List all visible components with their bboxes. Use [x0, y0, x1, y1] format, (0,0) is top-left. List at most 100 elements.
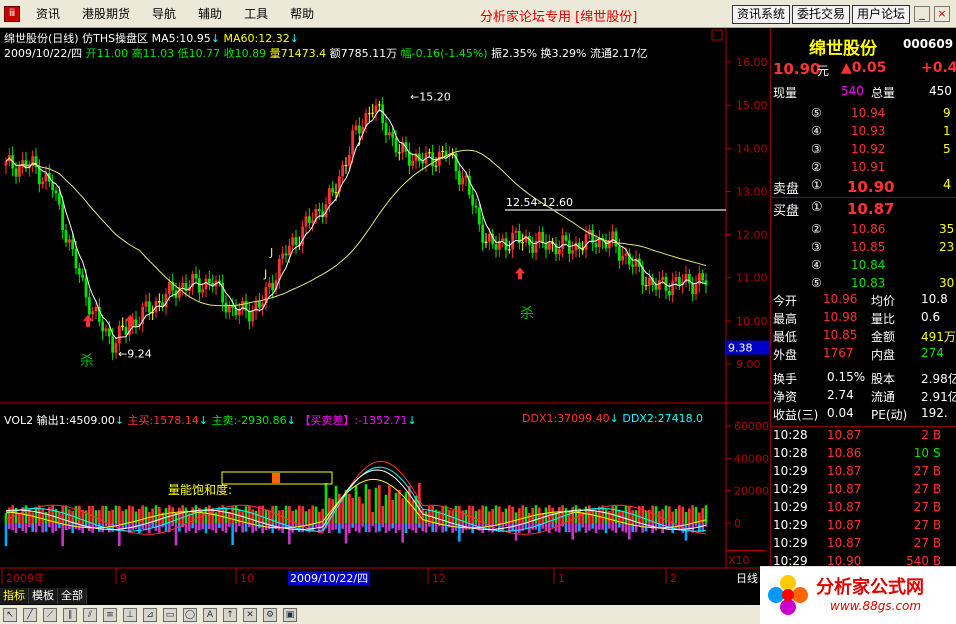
candle-body: [271, 283, 275, 291]
diff-bar: [524, 523, 528, 529]
menu-hk-futures[interactable]: 港股期货: [68, 0, 138, 28]
vol-bar: [58, 511, 61, 523]
diff-bar: [231, 523, 234, 546]
tab-all[interactable]: 全部: [58, 588, 87, 604]
channel-tool-icon[interactable]: ⫽: [83, 607, 97, 622]
fibonacci-tool-icon[interactable]: ≡: [103, 607, 117, 622]
diff-bar: [374, 523, 378, 533]
candle-body: [287, 245, 291, 256]
quote-panel: 绵世股份 000609 10.90 元 ▲0.05 +0.4 现量 540 总量…: [770, 28, 956, 586]
stat-value: 0.15%: [827, 370, 866, 384]
menu-help[interactable]: 帮助: [276, 0, 322, 28]
candle-body: [257, 301, 261, 308]
sell1-label: 卖盘: [773, 182, 800, 197]
buy-price: 10.84: [851, 258, 886, 272]
candle-body: [621, 255, 625, 261]
lock-tool-icon[interactable]: ▣: [283, 607, 297, 622]
arrow-tool-icon[interactable]: ↑: [223, 607, 237, 622]
menu-assist[interactable]: 辅助: [184, 0, 230, 28]
indicator-diff: 【买卖差】:-1352.71: [299, 414, 408, 427]
diff-bar: [41, 523, 44, 533]
close-icon[interactable]: ×: [934, 6, 950, 22]
diff-bar: [581, 523, 584, 528]
menu-navigate[interactable]: 导航: [138, 0, 184, 28]
parallel-tool-icon[interactable]: ∥: [63, 607, 77, 622]
news-system-button[interactable]: 资讯系统: [732, 5, 791, 24]
candle-body: [291, 237, 295, 246]
vol-bar: [121, 511, 124, 523]
vol-bar: [111, 509, 114, 523]
vol-bar: [454, 505, 458, 523]
menu-news[interactable]: 资讯: [22, 0, 68, 28]
settings-tool-icon[interactable]: ⚙: [263, 607, 277, 622]
vol-bar: [4, 513, 8, 523]
vol-bar: [471, 506, 474, 523]
vol-bar: [508, 505, 511, 523]
candle-body: [84, 277, 88, 298]
kill-signal-label: 杀: [80, 354, 94, 370]
menu-tools[interactable]: 工具: [230, 0, 276, 28]
vol-bar: [34, 506, 38, 523]
vol-bar: [371, 512, 374, 523]
vol-bar: [268, 510, 271, 523]
text-tool-icon[interactable]: A: [203, 607, 217, 622]
vol-bar: [571, 506, 574, 523]
gann-tool-icon[interactable]: ⊿: [143, 607, 157, 622]
candle-body: [691, 283, 695, 295]
candle-body: [677, 277, 681, 286]
candle-body: [224, 302, 228, 313]
candle-body: [564, 235, 568, 241]
vol-bar: [644, 510, 648, 523]
diff-bar: [358, 523, 361, 533]
candle-body: [531, 244, 535, 253]
vol-bar: [301, 506, 304, 523]
minimize-icon[interactable]: _: [914, 6, 930, 22]
candle-body: [167, 281, 171, 294]
vol-bar: [141, 505, 144, 523]
sell-level: ④: [811, 124, 822, 138]
tick-price: 10.87: [827, 500, 862, 514]
app-icon[interactable]: ⅲ: [4, 6, 20, 22]
diff-bar: [588, 523, 591, 531]
buy-price: 10.83: [851, 276, 886, 290]
diff-bar: [71, 523, 74, 534]
candle-body: [374, 105, 378, 113]
user-forum-button[interactable]: 用户论坛: [852, 5, 911, 24]
ellipse-tool-icon[interactable]: ◯: [183, 607, 197, 622]
diff-bar: [218, 523, 221, 528]
tick-row: 10:29 10.87 27 B: [771, 482, 956, 500]
diff-bar: [48, 523, 51, 528]
tab-templates[interactable]: 模板: [29, 588, 58, 604]
kline-chart-area[interactable]: 16.00 15.00 14.00 13.00 12.00 11.00 10.00 9.00 9…: [0, 28, 770, 586]
tab-indicators[interactable]: 指标: [0, 588, 29, 604]
delete-tool-icon[interactable]: ✕: [243, 607, 257, 622]
tick-row: 10:29 10.87 27 B: [771, 536, 956, 554]
rect-tool-icon[interactable]: ▭: [163, 607, 177, 622]
stat-label: 均价: [871, 294, 896, 308]
buy-vol: 23: [939, 240, 955, 254]
line-tool-icon[interactable]: ╱: [23, 607, 37, 622]
diff-bar: [138, 523, 141, 534]
vol-bar: [38, 505, 41, 523]
tick-vol: 27: [913, 500, 929, 514]
chart-canvas[interactable]: 16.00 15.00 14.00 13.00 12.00 11.00 10.00 9.00 9…: [0, 28, 770, 586]
ray-tool-icon[interactable]: ⟋: [43, 607, 57, 622]
diff-bar: [424, 523, 428, 533]
candle-body: [71, 239, 75, 250]
cycle-tool-icon[interactable]: ⊥: [123, 607, 137, 622]
vol-bar: [388, 485, 391, 523]
diff-bar: [684, 523, 688, 541]
tick-vol: 27: [913, 518, 929, 532]
tick-vol: 27: [913, 536, 929, 550]
stat-row: 最高 10.98 量比 0.6: [771, 310, 956, 328]
cursor-icon[interactable]: ↖: [3, 607, 17, 622]
candle-body: [644, 285, 648, 287]
candle-body: [541, 231, 545, 243]
tick-side: S: [933, 446, 941, 460]
trade-entrust-button[interactable]: 委托交易: [792, 5, 851, 24]
diff-bar: [604, 523, 608, 534]
vol-bar: [318, 511, 321, 523]
vol-bar: [668, 506, 671, 523]
candle-body: [507, 249, 511, 251]
candle-body: [421, 161, 425, 164]
